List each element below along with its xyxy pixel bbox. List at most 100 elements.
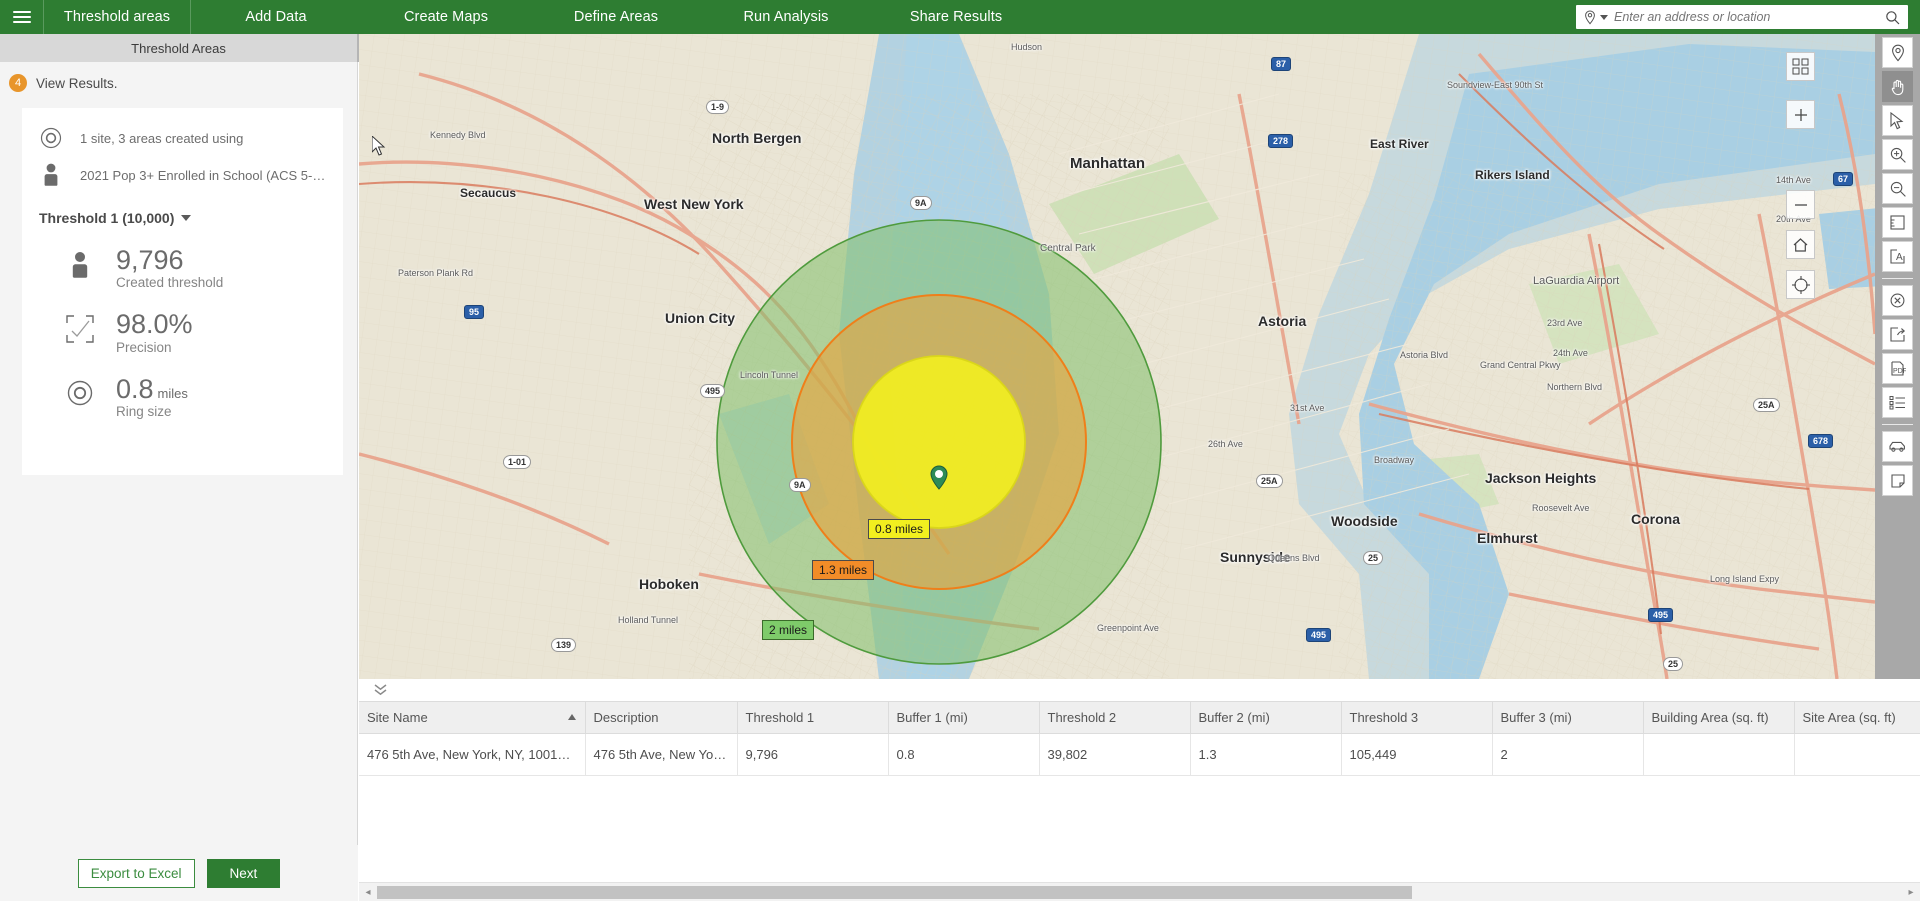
person-icon xyxy=(36,162,66,188)
svg-text:PDF: PDF xyxy=(1893,368,1906,375)
locate-button[interactable] xyxy=(1786,270,1815,299)
stat-created-threshold: 9,796 Created threshold xyxy=(36,246,329,290)
legend-tool[interactable] xyxy=(1882,387,1913,418)
table-column-header[interactable]: Buffer 2 (mi) xyxy=(1190,701,1342,734)
add-text-tool[interactable]: A xyxy=(1882,241,1913,272)
add-point-tool[interactable] xyxy=(1882,37,1913,68)
share-tool[interactable] xyxy=(1882,319,1913,350)
measure-tool[interactable] xyxy=(1882,207,1913,238)
chevron-down-icon[interactable] xyxy=(1600,14,1608,20)
highway-shield: 25A xyxy=(1753,398,1780,412)
top-navigation-bar: Threshold areas Add Data Create Maps Def… xyxy=(0,0,1920,34)
highway-shield: 25 xyxy=(1363,551,1384,565)
buffer-distance-label: 0.8 miles xyxy=(868,519,931,539)
table-cell: 9,796 xyxy=(737,733,889,776)
table-column-header[interactable]: Site Area (sq. ft) xyxy=(1794,701,1920,734)
buffer-rings xyxy=(716,219,1162,665)
zoom-out-button[interactable] xyxy=(1786,190,1815,219)
nav-label: Create Maps xyxy=(403,9,489,25)
column-header-label: Site Name xyxy=(367,710,428,725)
chevron-double-down-icon[interactable] xyxy=(367,679,393,701)
horizontal-scrollbar[interactable]: ◂ ▸ xyxy=(359,882,1920,901)
next-button[interactable]: Next xyxy=(206,858,281,888)
highway-shield: 278 xyxy=(1268,134,1294,148)
panel-footer: Export to Excel Next xyxy=(0,845,358,901)
nav-label: Run Analysis xyxy=(743,9,829,25)
export-to-excel-button[interactable]: Export to Excel xyxy=(77,858,195,888)
select-tool[interactable] xyxy=(1882,105,1913,136)
scrollbar-track[interactable] xyxy=(377,885,1902,899)
stat-precision: 98.0% Precision xyxy=(36,309,329,355)
map-canvas[interactable]: North Bergen Manhattan West New York Secauc… xyxy=(359,34,1875,679)
home-button[interactable] xyxy=(1786,230,1815,259)
table-column-header[interactable]: Buffer 3 (mi) xyxy=(1492,701,1644,734)
search-input[interactable] xyxy=(1614,10,1885,24)
column-header-label: Buffer 2 (mi) xyxy=(1198,710,1270,725)
highway-shield: 95 xyxy=(464,305,485,319)
scrollbar-thumb[interactable] xyxy=(377,885,1412,899)
pan-tool[interactable] xyxy=(1882,71,1913,102)
stat-unit: miles xyxy=(157,385,188,401)
stat-label: Ring size xyxy=(116,404,172,420)
nav-item-define-areas[interactable]: Define Areas xyxy=(531,0,701,34)
table-column-header[interactable]: Buffer 1 (mi) xyxy=(888,701,1040,734)
nav-item-add-data[interactable]: Add Data xyxy=(191,0,361,34)
table-cell: 476 5th Ave, New York, ... xyxy=(585,733,738,776)
stat-label: Created threshold xyxy=(116,275,224,291)
highway-shield: 1-9 xyxy=(706,100,730,114)
table-row[interactable]: 476 5th Ave, New York, NY, 10018, U... 47… xyxy=(359,733,1920,776)
highway-shield: 495 xyxy=(1648,608,1674,622)
table-column-header[interactable]: Site Name xyxy=(359,701,586,734)
zoom-in-tool[interactable] xyxy=(1882,139,1913,170)
table-column-header[interactable]: Building Area (sq. ft) xyxy=(1643,701,1795,734)
highway-shield: 9A xyxy=(789,478,811,492)
highway-shield: 678 xyxy=(1808,434,1834,448)
table-column-header[interactable]: Threshold 1 xyxy=(737,701,889,734)
panel-header: Threshold Areas xyxy=(0,34,382,62)
results-table: Site Name Description Threshold 1 Buffer 1 … xyxy=(359,701,1920,776)
map-tool-strip: A PDF xyxy=(1875,34,1920,679)
left-panel: Threshold Areas 4 View Results. 1 site, … xyxy=(0,34,382,901)
table-column-header[interactable]: Description xyxy=(585,701,738,734)
magnifier-icon[interactable] xyxy=(1885,10,1900,25)
scroll-left-arrow[interactable]: ◂ xyxy=(359,887,377,898)
highway-shield: 25A xyxy=(1256,474,1283,488)
zoom-in-button[interactable] xyxy=(1786,100,1815,129)
column-header-label: Building Area (sq. ft) xyxy=(1651,710,1769,725)
sort-ascending-icon[interactable] xyxy=(567,714,576,720)
chevron-down-icon xyxy=(181,215,192,221)
threshold-selector-dropdown[interactable]: Threshold 1 (10,000) xyxy=(39,210,329,226)
stat-value: 98.0% xyxy=(116,309,193,340)
drive-time-tool[interactable] xyxy=(1882,431,1913,462)
table-column-header[interactable]: Threshold 2 xyxy=(1039,701,1191,734)
nav-item-share-results[interactable]: Share Results xyxy=(871,0,1041,34)
basemap-gallery-button[interactable] xyxy=(1786,52,1815,81)
table-column-header[interactable]: Threshold 3 xyxy=(1341,701,1493,734)
nav-item-run-analysis[interactable]: Run Analysis xyxy=(701,0,871,34)
threshold-selector-label: Threshold 1 (10,000) xyxy=(39,210,175,226)
column-header-label: Site Area (sq. ft) xyxy=(1802,710,1896,725)
stat-value: 0.8 xyxy=(116,373,154,404)
highway-shield: 1-01 xyxy=(503,455,532,469)
nav-item-create-maps[interactable]: Create Maps xyxy=(361,0,531,34)
location-search-box[interactable] xyxy=(1576,5,1908,29)
column-header-label: Buffer 3 (mi) xyxy=(1500,710,1572,725)
stat-ring-size: 0.8 miles Ring size xyxy=(36,375,329,419)
nav-item-threshold-areas[interactable]: Threshold areas xyxy=(44,0,191,34)
table-cell: 39,802 xyxy=(1039,733,1191,776)
buffer-distance-label: 1.3 miles xyxy=(812,560,875,580)
step-indicator-row: 4 View Results. xyxy=(0,62,357,104)
notes-tool[interactable] xyxy=(1882,465,1913,496)
highway-shield: 9A xyxy=(910,196,932,210)
highway-shield: 25 xyxy=(1663,657,1684,671)
clear-tool[interactable] xyxy=(1882,285,1913,316)
export-pdf-tool[interactable]: PDF xyxy=(1882,353,1913,384)
table-header-row: Site Name Description Threshold 1 Buffer 1 … xyxy=(359,701,1920,734)
zoom-out-tool[interactable] xyxy=(1882,173,1913,204)
summary-row-variable: 2021 Pop 3+ Enrolled in School (ACS 5-Yr… xyxy=(36,162,329,188)
highway-shield: 495 xyxy=(700,384,726,398)
precision-icon xyxy=(62,310,98,344)
hamburger-menu-icon[interactable] xyxy=(0,0,44,34)
table-cell: 0.8 xyxy=(888,733,1040,776)
scroll-right-arrow[interactable]: ▸ xyxy=(1902,887,1920,898)
